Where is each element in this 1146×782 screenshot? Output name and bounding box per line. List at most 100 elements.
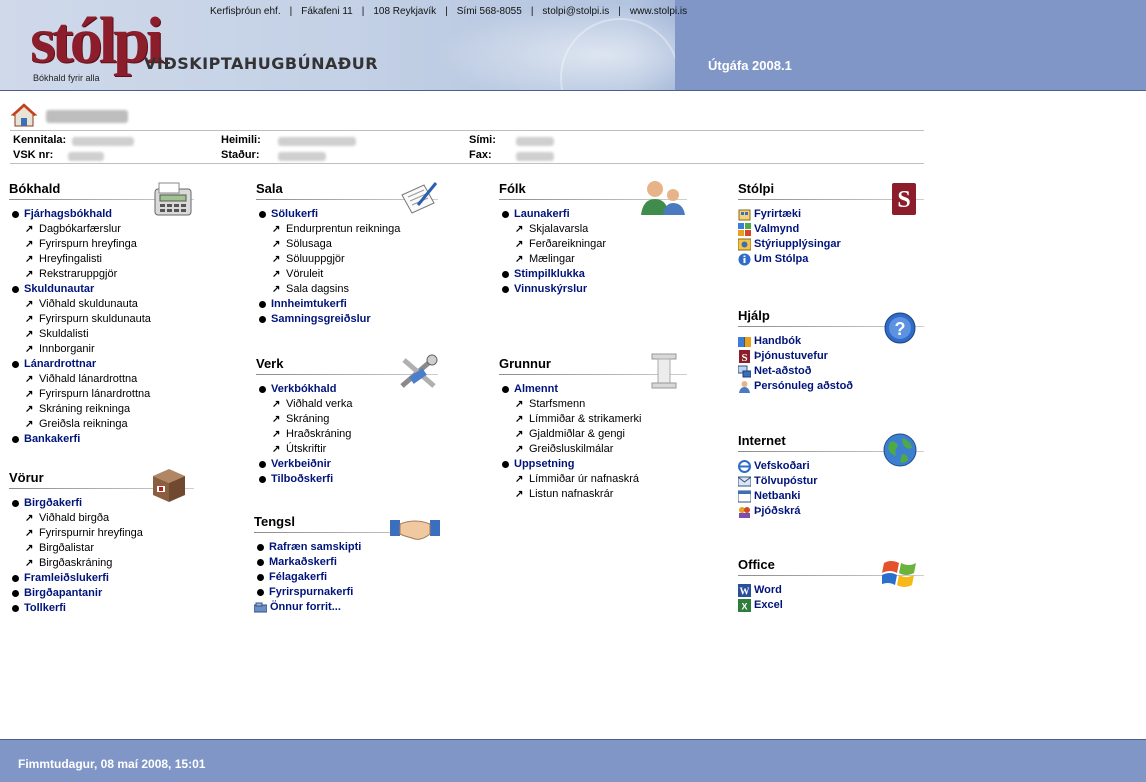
menu-item-birgdaskraning[interactable]: ↗ Birgðaskráning <box>9 556 143 571</box>
menu-item-greidsla-reikninga[interactable]: ↗ Greiðsla reikninga <box>9 417 151 432</box>
banner-right-band <box>675 0 1146 90</box>
section-title: Verk <box>256 356 284 371</box>
menu-item-limmidar-ur-nafnaskra[interactable]: ↗ Límmiðar úr nafnaskrá <box>499 472 641 487</box>
menu-item-rafraen-samskipti[interactable]: Rafræn samskipti <box>254 540 361 555</box>
menu-item-thjodskra[interactable]: Þjóðskrá <box>738 504 818 519</box>
menu-item-label: Þjónustuvefur <box>754 350 828 362</box>
menu-item-almennt[interactable]: Almennt <box>499 382 641 397</box>
menu-item-birgdakerfi[interactable]: Birgðakerfi <box>9 496 143 511</box>
menu-item-personuleg-adstod[interactable]: Persónuleg aðstoð <box>738 379 853 394</box>
windows-logo-icon <box>882 561 916 587</box>
menu-item-tolvupostur[interactable]: Tölvupóstur <box>737 474 818 489</box>
menu-item-verkbeidnir[interactable]: Verkbeiðnir <box>256 457 352 472</box>
menu-item-skuldalisti[interactable]: ↗ Skuldalisti <box>9 327 151 342</box>
svg-text:X: X <box>741 602 747 612</box>
menu-item-tilbodskerfi[interactable]: Tilboðskerfi <box>256 472 352 487</box>
menu-item-styriupplysingar[interactable]: Stýriupplýsingar <box>737 237 841 252</box>
menu-list: Fjárhagsbókhald ↗ Dagbókarfærslur ↗ Fyrirspu… <box>9 207 151 447</box>
menu-item-birgdapantanir[interactable]: Birgðapantanir <box>9 586 143 601</box>
menu-item-vidhald-birgda[interactable]: ↗ Viðhald birgða <box>9 511 143 526</box>
contact-website[interactable]: www.stolpi.is <box>630 6 687 17</box>
menu-item-word[interactable]: W Word <box>738 583 783 598</box>
menu-item-um-stolpa[interactable]: Um Stólpa <box>738 252 841 267</box>
menu-item-vidhald-lanardrottna[interactable]: ↗ Viðhald lánardrottna <box>9 372 151 387</box>
menu-item-hradskraning[interactable]: ↗ Hraðskráning <box>256 427 352 442</box>
arrow-icon: ↗ <box>272 399 281 410</box>
settings-icon <box>737 238 752 251</box>
section-title: Tengsl <box>254 514 295 529</box>
menu-item-vinnuskyrslur[interactable]: Vinnuskýrslur <box>499 282 606 297</box>
menu-item-limmidar-strikamerki[interactable]: ↗ Límmiðar & strikamerki <box>499 412 641 427</box>
info-icon <box>738 253 751 266</box>
globe-icon <box>883 433 917 467</box>
menu-item-fyrirtaeki[interactable]: Fyrirtæki <box>738 207 841 222</box>
menu-item-felagakerfi[interactable]: Félagakerfi <box>254 570 361 585</box>
menu-item-ferdareikningar[interactable]: ↗ Ferðareikningar <box>499 237 606 252</box>
menu-item-skraning-reikninga[interactable]: ↗ Skráning reikninga <box>9 402 151 417</box>
menu-item-starfsmenn[interactable]: ↗ Starfsmenn <box>499 397 641 412</box>
menu-item-vefskodari[interactable]: Vefskoðari <box>738 459 818 474</box>
menu-item-rekstraruppgjor[interactable]: ↗ Rekstraruppgjör <box>9 267 151 282</box>
menu-list: Fyrirtæki Valmynd Stýriupplýsingar Um Stólp… <box>737 207 841 267</box>
menu-item-fyrirspurn-hreyfinga[interactable]: ↗ Fyrirspurn hreyfinga <box>9 237 151 252</box>
menu-item-vidhald-skuldunauta[interactable]: ↗ Viðhald skuldunauta <box>9 297 151 312</box>
menu-item-label: Persónuleg aðstoð <box>754 380 854 392</box>
menu-item-lanardrottnar[interactable]: Lánardrottnar <box>9 357 151 372</box>
menu-item-stimpilklukka[interactable]: Stimpilklukka <box>499 267 606 282</box>
menu-item-label: Almennt <box>514 383 558 395</box>
contact-company: Kerfisþróun ehf. <box>210 6 281 17</box>
menu-item-skjalavarsla[interactable]: ↗ Skjalavarsla <box>499 222 606 237</box>
menu-item-solukerfi[interactable]: Sölukerfi <box>256 207 400 222</box>
menu-item-launakerfi[interactable]: Launakerfi <box>499 207 606 222</box>
menu-item-sala-dagsins[interactable]: ↗ Sala dagsins <box>256 282 400 297</box>
menu-item-handbok[interactable]: Handbók <box>738 334 853 349</box>
arrow-icon: ↗ <box>25 224 34 235</box>
menu-item-birgdalistar[interactable]: ↗ Birgðalistar <box>9 541 143 556</box>
menu-item-skraning[interactable]: ↗ Skráning <box>256 412 352 427</box>
menu-item-uppsetning[interactable]: Uppsetning <box>499 457 641 472</box>
menu-item-innheimtukerfi[interactable]: Innheimtukerfi <box>256 297 400 312</box>
menu-item-label: Tilboðskerfi <box>271 473 334 485</box>
menu-item-skuldunautar[interactable]: Skuldunautar <box>9 282 151 297</box>
menu-item-framleidslukerfi[interactable]: Framleiðslukerfi <box>9 571 143 586</box>
menu-item-fyrirspurn-skuldunauta[interactable]: ↗ Fyrirspurn skuldunauta <box>9 312 151 327</box>
menu-item-label: Skráning reikninga <box>39 403 131 415</box>
menu-item-samningsgreidslur[interactable]: Samningsgreiðslur <box>256 312 400 327</box>
menu-item-verkbokhald[interactable]: Verkbókhald <box>256 382 352 397</box>
svg-text:S: S <box>897 187 910 213</box>
menu-item-tollkerfi[interactable]: Tollkerfi <box>9 601 143 616</box>
word-icon: W <box>738 584 751 598</box>
menu-item-innborganir[interactable]: ↗ Innborganir <box>9 342 151 357</box>
menu-item-hreyfingalisti[interactable]: ↗ Hreyfingalisti <box>9 252 151 267</box>
menu-item-fyrirspurnir-hreyfinga[interactable]: ↗ Fyrirspurnir hreyfinga <box>9 526 143 541</box>
menu-item-greidsluskilmalar[interactable]: ↗ Greiðsluskilmálar <box>499 442 641 457</box>
menu-item-solusaga[interactable]: ↗ Sölusaga <box>256 237 400 252</box>
menu-item-markadskerfi[interactable]: Markaðskerfi <box>254 555 361 570</box>
menu-item-net-adstod[interactable]: Net-aðstoð <box>737 364 853 379</box>
contact-email[interactable]: stolpi@stolpi.is <box>542 6 609 17</box>
menu-item-thjonustuvefur[interactable]: S Þjónustuvefur <box>738 349 853 364</box>
menu-item-onnur-forrit[interactable]: Önnur forrit... <box>253 600 361 615</box>
menu-item-excel[interactable]: X Excel <box>738 598 783 613</box>
menu-item-maelingar[interactable]: ↗ Mælingar <box>499 252 606 267</box>
menu-item-bankakerfi[interactable]: Bankakerfi <box>9 432 151 447</box>
browser-icon <box>738 460 751 473</box>
menu-item-voruleit[interactable]: ↗ Vöruleit <box>256 267 400 282</box>
menu-item-vidhald-verka[interactable]: ↗ Viðhald verka <box>256 397 352 412</box>
menu-item-fyrirspurn-lanardrottna[interactable]: ↗ Fyrirspurn lánardrottna <box>9 387 151 402</box>
menu-item-soluuppgjor[interactable]: ↗ Söluuppgjör <box>256 252 400 267</box>
menu-item-label: Excel <box>754 599 783 611</box>
arrow-icon: ↗ <box>515 254 524 265</box>
menu-item-listun-nafnaskrar[interactable]: ↗ Listun nafnaskrár <box>499 487 641 502</box>
pillar-icon <box>651 353 677 389</box>
menu-item-fjarhagsbokhald[interactable]: Fjárhagsbókhald <box>9 207 151 222</box>
menu-item-endurprentun-reikninga[interactable]: ↗ Endurprentun reikninga <box>256 222 400 237</box>
menu-item-gjaldmidlar-gengi[interactable]: ↗ Gjaldmiðlar & gengi <box>499 427 641 442</box>
menu-item-fyrirspurnakerfi[interactable]: Fyrirspurnakerfi <box>254 585 361 600</box>
menu-item-utskriftir[interactable]: ↗ Útskriftir <box>256 442 352 457</box>
menu-item-netbanki[interactable]: Netbanki <box>737 489 818 504</box>
menu-item-dagbokarfaerslur[interactable]: ↗ Dagbókarfærslur <box>9 222 151 237</box>
simi-value-redacted <box>516 137 554 146</box>
arrow-icon: ↗ <box>25 558 34 569</box>
menu-item-valmynd[interactable]: Valmynd <box>738 222 841 237</box>
